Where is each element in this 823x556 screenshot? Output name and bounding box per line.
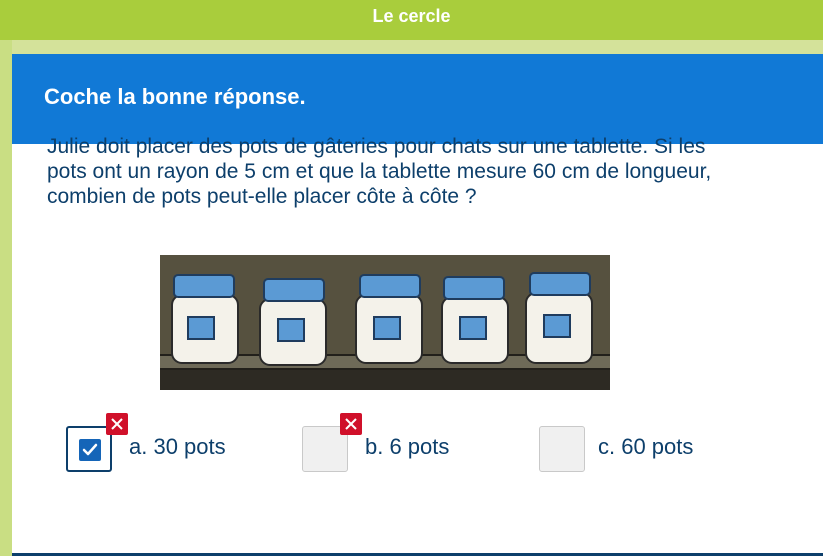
jars-illustration	[160, 255, 610, 390]
app-title: Le cercle	[372, 6, 451, 26]
app-title-bar: Le cercle	[0, 0, 823, 40]
jar	[441, 276, 509, 364]
option-a-label[interactable]: a. 30 pots	[129, 432, 226, 462]
jar	[259, 278, 327, 366]
jar	[171, 274, 239, 364]
wrong-answer-icon	[340, 413, 362, 435]
jar	[355, 274, 423, 364]
option-c-checkbox[interactable]	[539, 426, 585, 472]
jar	[525, 272, 593, 364]
instruction-banner: Coche la bonne réponse.	[12, 54, 823, 144]
option-b-label[interactable]: b. 6 pots	[365, 432, 449, 462]
wrong-answer-icon	[106, 413, 128, 435]
question-text: Julie doit placer des pots de gâteries p…	[47, 135, 712, 208]
instruction-text: Coche la bonne réponse.	[44, 84, 306, 109]
left-edge	[0, 40, 12, 556]
option-c-label[interactable]: c. 60 pots	[598, 432, 693, 462]
checkmark-icon	[79, 439, 101, 461]
